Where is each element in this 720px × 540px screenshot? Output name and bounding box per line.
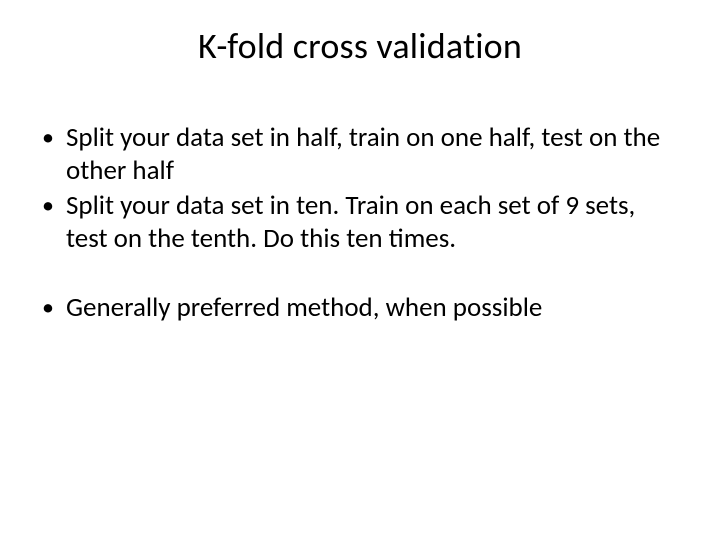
slide: K-fold cross validation Split your data … bbox=[0, 0, 720, 540]
bullet-item: Split your data set in ten. Train on eac… bbox=[36, 190, 670, 256]
bullet-item: Split your data set in half, train on on… bbox=[36, 122, 670, 188]
bullet-list: Split your data set in half, train on on… bbox=[36, 122, 670, 256]
slide-title: K-fold cross validation bbox=[0, 24, 720, 68]
bullet-list: Generally preferred method, when possibl… bbox=[36, 292, 670, 325]
slide-body: Split your data set in half, train on on… bbox=[36, 122, 670, 327]
bullet-item: Generally preferred method, when possibl… bbox=[36, 292, 670, 325]
spacer bbox=[36, 258, 670, 292]
